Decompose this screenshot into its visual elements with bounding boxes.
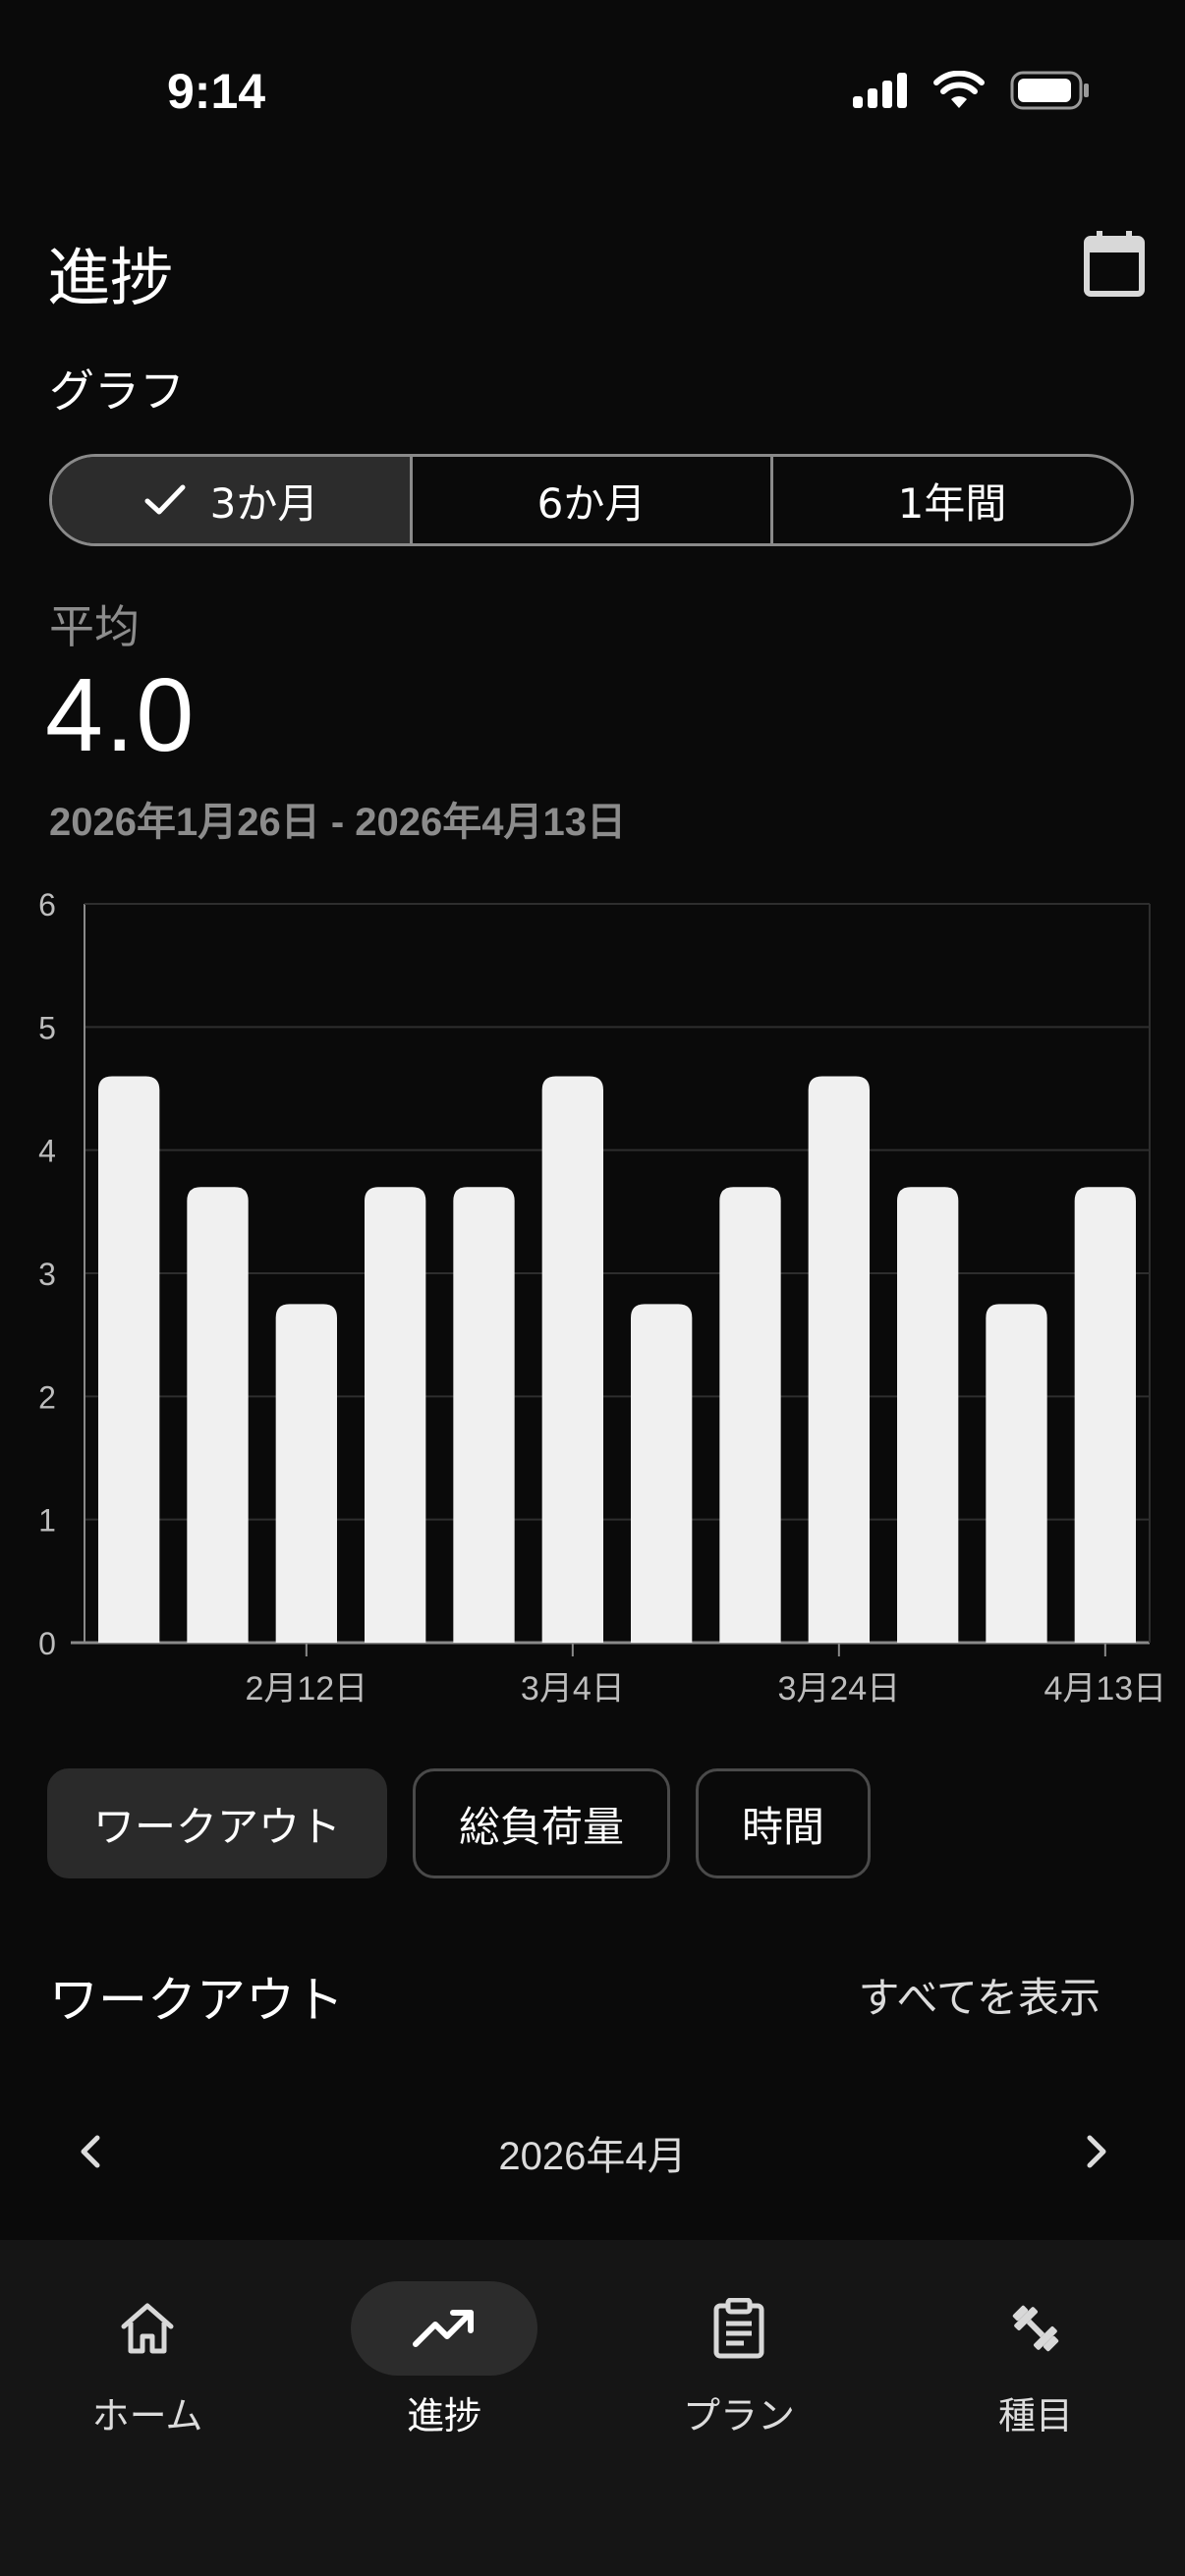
calendar-button[interactable] <box>1079 226 1150 301</box>
signal-icon <box>853 73 908 112</box>
month-label: 2026年4月 <box>498 2135 687 2178</box>
chart-bar <box>1074 1187 1136 1643</box>
next-month-button[interactable] <box>1067 2122 1126 2181</box>
nav-label: プラン <box>682 2394 795 2437</box>
workouts-title: ワークアウト <box>49 1972 344 2029</box>
clipboard-icon <box>713 2298 764 2359</box>
dumbbell-icon <box>1012 2305 1059 2352</box>
show-all-link[interactable]: すべてを表示 <box>858 1965 1100 2025</box>
battery-icon <box>1010 71 1091 114</box>
status-time: 9:14 <box>167 64 266 119</box>
chart-bar <box>453 1187 515 1643</box>
average-label: 平均 <box>49 600 140 653</box>
nav-item-home[interactable]: ホーム <box>49 2281 246 2439</box>
nav-label: ホーム <box>91 2394 203 2437</box>
chart-bar <box>631 1304 693 1643</box>
bar-chart: 0 1 2 3 4 5 6 2月12日 3月4日 3月24日 4月13日 <box>38 887 1166 1708</box>
chart-bar <box>719 1187 781 1643</box>
graph-section-label: グラフ <box>49 364 185 418</box>
range-label: 1年間 <box>897 478 1007 528</box>
chart-bar <box>808 1076 870 1643</box>
range-1-year[interactable]: 1年間 <box>773 457 1131 543</box>
chart-bar <box>365 1187 426 1643</box>
check-icon <box>144 484 186 515</box>
page-title: 進捗 <box>47 243 173 315</box>
calendar-icon <box>1084 231 1145 297</box>
y-tick-label: 5 <box>38 1010 56 1045</box>
x-tick-label: 2月12日 <box>245 1670 367 1708</box>
chip-workouts[interactable]: ワークアウト <box>47 1768 388 1878</box>
range-label: 3か月 <box>209 478 319 528</box>
date-range: 2026年1月26日 - 2026年4月13日 <box>49 801 626 844</box>
chevron-right-icon <box>1087 2135 1106 2168</box>
average-value: 4.0 <box>45 657 197 773</box>
chart-bar <box>541 1076 603 1643</box>
x-tick-label: 3月4日 <box>521 1670 625 1708</box>
trending-up-icon <box>413 2310 474 2347</box>
chart-bar <box>98 1076 160 1643</box>
range-label: 6か月 <box>536 478 647 528</box>
y-tick-label: 2 <box>38 1379 56 1415</box>
chart-bar <box>187 1187 249 1643</box>
nav-item-exercises[interactable]: 種目 <box>937 2281 1134 2439</box>
y-tick-label: 3 <box>38 1257 56 1292</box>
chart-bar <box>275 1304 337 1643</box>
range-selector: 3か月 6か月 1年間 <box>49 454 1134 546</box>
nav-item-progress[interactable]: 進捗 <box>346 2281 542 2439</box>
nav-item-plans[interactable]: プラン <box>641 2281 837 2439</box>
y-tick-label: 6 <box>38 887 56 923</box>
status-icons <box>853 70 1091 114</box>
y-tick-label: 1 <box>38 1503 56 1539</box>
y-tick-label: 4 <box>38 1134 56 1169</box>
x-tick-label: 3月24日 <box>777 1670 900 1708</box>
home-icon <box>121 2303 174 2354</box>
x-tick-label: 4月13日 <box>1044 1670 1166 1708</box>
chart-bar <box>986 1304 1047 1643</box>
chip-duration[interactable]: 時間 <box>696 1768 872 1878</box>
status-bar: 9:14 <box>0 0 1185 196</box>
nav-label: 種目 <box>997 2394 1073 2437</box>
chart-bar <box>897 1187 959 1643</box>
bottom-navigation: ホーム 進捗 プラン 種目 <box>0 2240 1185 2576</box>
range-3-months[interactable]: 3か月 <box>52 457 413 543</box>
wifi-icon <box>933 70 985 114</box>
chip-total-volume[interactable]: 総負荷量 <box>413 1768 671 1878</box>
nav-label: 進捗 <box>406 2394 481 2437</box>
metric-chips: ワークアウト 総負荷量 時間 <box>47 1768 872 1878</box>
y-tick-label: 0 <box>38 1626 56 1661</box>
range-6-months[interactable]: 6か月 <box>413 457 773 543</box>
month-navigator: 2026年4月 <box>0 2102 1185 2201</box>
